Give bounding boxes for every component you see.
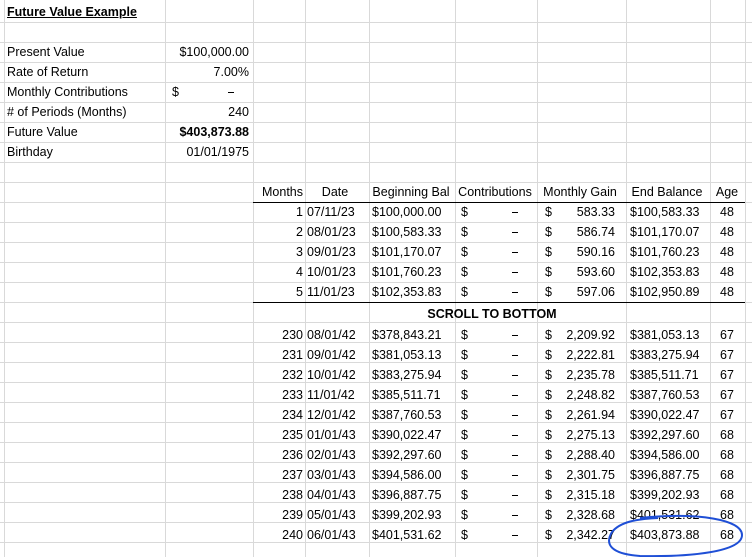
circle-annotation [608, 515, 744, 557]
annotation-stroke [608, 515, 744, 557]
